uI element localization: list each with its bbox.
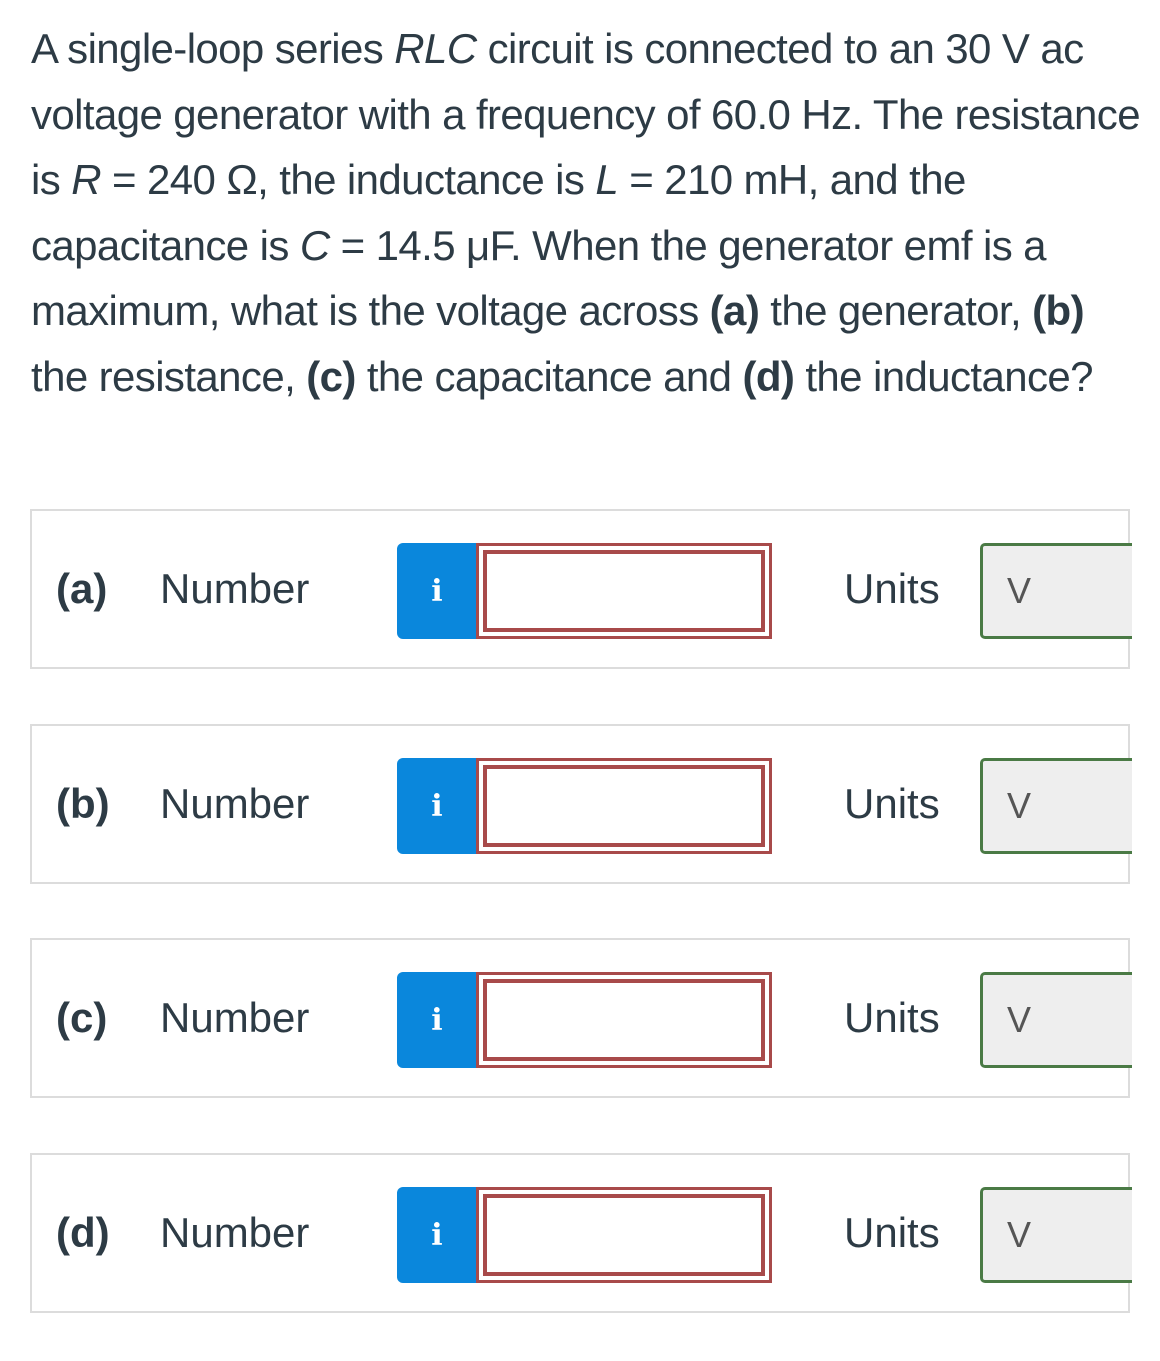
number-label: Number	[160, 565, 310, 612]
answer-input-b[interactable]	[483, 765, 765, 847]
units-label: Units	[844, 565, 940, 612]
units-label: Units	[844, 780, 940, 827]
answer-field-wrapper	[476, 972, 772, 1068]
q-seg: the resistance,	[31, 352, 307, 400]
answer-part-a: (a) Number i Units V	[30, 509, 1132, 669]
q-seg-bold: (a)	[709, 287, 760, 334]
number-label: Number	[160, 780, 310, 827]
part-label: (c)	[56, 994, 108, 1041]
units-value: V	[1007, 785, 1032, 826]
number-label: Number	[160, 994, 310, 1041]
part-label: (d)	[56, 1209, 110, 1256]
units-value: V	[1007, 1214, 1032, 1255]
answer-input-a[interactable]	[483, 550, 765, 632]
q-seg: the generator,	[759, 287, 1033, 334]
units-label: Units	[844, 994, 940, 1041]
q-seg: the capacitance and	[355, 352, 743, 400]
answer-field-wrapper	[476, 1187, 772, 1283]
answer-part-c: (c) Number i Units V	[30, 938, 1132, 1098]
q-seg-italic: L	[595, 156, 619, 203]
units-select-a[interactable]: V	[980, 543, 1132, 639]
q-seg: = 240 Ω, the inductance is	[100, 156, 596, 203]
q-seg: A single-loop series	[31, 25, 395, 72]
q-seg-italic: C	[299, 221, 330, 269]
q-seg-bold: (b)	[1032, 287, 1084, 334]
q-seg-italic: R	[71, 156, 101, 203]
answer-input-c[interactable]	[483, 979, 765, 1061]
answer-input-d[interactable]	[483, 1194, 765, 1276]
units-select-d[interactable]: V	[980, 1187, 1132, 1283]
part-label: (a)	[56, 565, 108, 612]
units-label: Units	[844, 1209, 940, 1256]
q-seg: the inductance?	[794, 352, 1093, 400]
answer-part-b: (b) Number i Units V	[30, 724, 1132, 884]
question-text: A single-loop series RLC circuit is conn…	[31, 16, 1141, 409]
answer-field-wrapper	[476, 758, 772, 854]
answer-field-wrapper	[476, 543, 772, 639]
info-icon[interactable]: i	[397, 543, 477, 639]
info-icon[interactable]: i	[397, 1187, 477, 1283]
part-label: (b)	[56, 780, 110, 827]
info-icon[interactable]: i	[397, 972, 477, 1068]
units-value: V	[1007, 999, 1032, 1040]
q-seg-bold: (c)	[306, 352, 356, 400]
number-label: Number	[160, 1209, 310, 1256]
answer-part-d: (d) Number i Units V	[30, 1153, 1132, 1313]
units-select-c[interactable]: V	[980, 972, 1132, 1068]
info-icon[interactable]: i	[397, 758, 477, 854]
q-seg-italic: RLC	[394, 25, 477, 72]
units-value: V	[1007, 570, 1032, 611]
q-seg-bold: (d)	[742, 352, 795, 400]
units-select-b[interactable]: V	[980, 758, 1132, 854]
